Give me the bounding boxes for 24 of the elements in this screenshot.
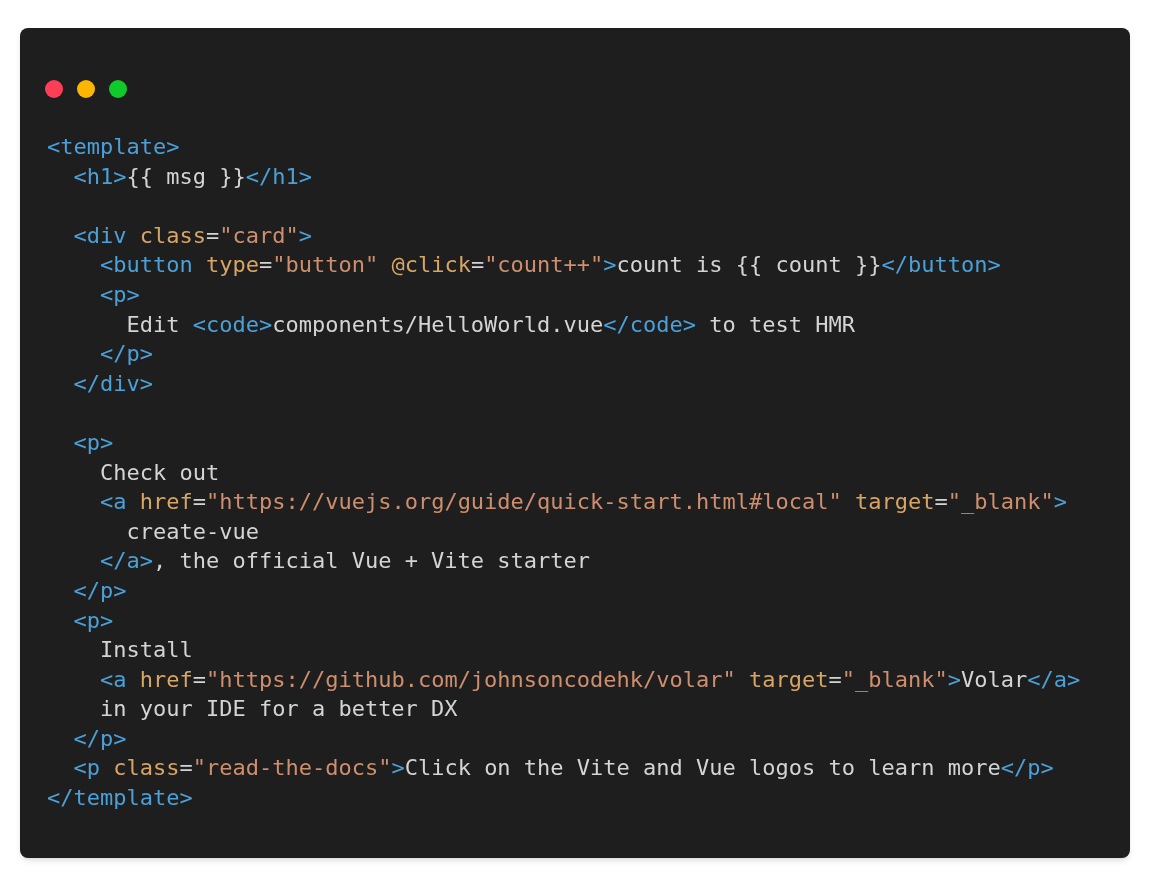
code-line: <h1>{{ msg }}</h1> [72,163,312,189]
code-line: <div class="card"> [72,222,312,248]
code-line: create-vue [125,518,259,544]
minimize-button[interactable] [77,80,95,98]
code-line: <p class="read-the-docs">Click on the Vite and Vue logos to learn more</p> [72,755,1054,781]
code-line: Install [98,637,193,663]
code-line: <a href="https://github.com/johnsoncodehk/volar" target="_blank">Volar</a> [98,666,1081,692]
code-line: in your IDE for a better DX [98,696,458,722]
code-line: <p> [72,607,114,633]
code-line: </template> [47,785,193,811]
code-line: <a href="https://vuejs.org/guide/quick-start.html#local" target="_blank"> [98,489,1067,515]
code-line: <template> [47,134,180,159]
close-button[interactable] [45,80,63,98]
code-line: Check out [98,459,220,485]
code-line: </p> [72,725,127,751]
zoom-button[interactable] [109,80,127,98]
code-line: </a>, the official Vue + Vite starter [98,548,591,574]
code-line: </div> [72,370,153,396]
code-line: <p> [72,429,114,455]
code-line: <button type="button" @click="count++">count is {{ count }}</button> [98,252,1001,278]
code-line: </p> [98,341,153,367]
code-line: </p> [72,577,127,603]
code-line: Edit <code>components/HelloWorld.vue</code> to test HMR [125,311,855,337]
code-line: <p> [98,281,140,307]
